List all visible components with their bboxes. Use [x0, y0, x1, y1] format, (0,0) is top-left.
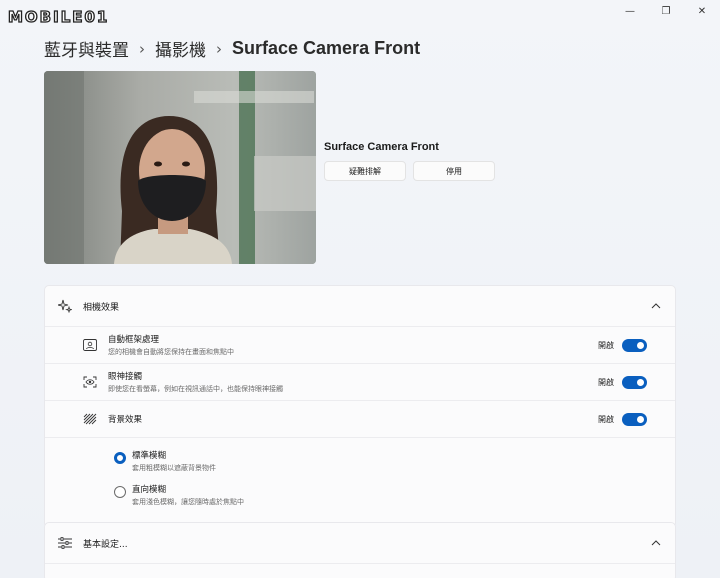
eye-contact-toggle[interactable]	[622, 375, 647, 389]
basic-settings-panel: 基本設定...	[44, 522, 676, 578]
standard-blur-radio[interactable]	[114, 452, 126, 464]
auto-framing-desc: 您的相機會自動將您保持在畫面和焦點中	[108, 348, 234, 356]
background-effects-state: 開啟	[598, 414, 614, 424]
eye-contact-title: 眼神接觸	[108, 372, 143, 382]
auto-framing-title: 自動框架處理	[108, 335, 160, 345]
auto-framing-toggle[interactable]	[622, 338, 647, 352]
breadcrumb: 藍牙與裝置 › 攝影機 › Surface Camera Front	[44, 36, 420, 61]
window-controls: — ❐ ✕	[612, 0, 720, 22]
chevron-right-icon: ›	[216, 39, 222, 58]
basic-settings-header[interactable]: 基本設定...	[45, 523, 675, 564]
chevron-up-icon[interactable]	[649, 538, 663, 549]
background-effects-toggle[interactable]	[622, 412, 647, 426]
chevron-right-icon: ›	[139, 39, 145, 58]
camera-preview	[44, 71, 316, 264]
camera-name: Surface Camera Front	[324, 141, 439, 153]
basic-settings-title: 基本設定...	[83, 539, 128, 550]
background-effects-row: 背景效果 開啟	[45, 401, 675, 438]
standard-blur-desc: 套用粗模糊以遮蔽背景物件	[132, 464, 216, 472]
troubleshoot-button[interactable]: 疑難排解	[324, 161, 406, 181]
portrait-blur-title: 直向模糊	[132, 485, 167, 495]
portrait-blur-desc: 套用淺色模糊，讓您隨時處於焦點中	[132, 498, 244, 506]
maximize-button[interactable]: ❐	[648, 0, 684, 22]
eye-contact-row: 眼神接觸 即使您在看螢幕，例如在視訊通話中，也能保持眼神接觸 開啟	[45, 364, 675, 401]
standard-blur-option[interactable]: 標準模糊 套用粗模糊以遮蔽背景物件	[114, 449, 675, 483]
sliders-icon	[57, 535, 73, 551]
close-button[interactable]: ✕	[684, 0, 720, 22]
chevron-up-icon[interactable]	[649, 301, 663, 312]
standard-blur-title: 標準模糊	[132, 451, 167, 461]
framing-icon	[82, 337, 98, 353]
eye-contact-state: 開啟	[598, 377, 614, 387]
breadcrumb-cameras[interactable]: 攝影機	[155, 36, 206, 61]
eye-contact-icon	[82, 374, 98, 390]
breadcrumb-bluetooth-devices[interactable]: 藍牙與裝置	[44, 36, 129, 61]
camera-effects-panel: 相機效果 自動框架處理 您的相機會自動將您保持在畫面和焦點中 開啟 眼神接觸 即…	[44, 285, 676, 528]
auto-framing-state: 開啟	[598, 340, 614, 350]
minimize-button[interactable]: —	[612, 0, 648, 22]
background-effects-title: 背景效果	[108, 415, 143, 425]
portrait-blur-radio[interactable]	[114, 486, 126, 498]
background-blur-icon	[82, 411, 98, 427]
disable-button[interactable]: 停用	[413, 161, 495, 181]
watermark-logo: MOBILE01	[7, 4, 110, 30]
watermark-text: MOBILE01	[7, 7, 110, 26]
camera-effects-header[interactable]: 相機效果	[45, 286, 675, 327]
eye-contact-desc: 即使您在看螢幕，例如在視訊通話中，也能保持眼神接觸	[108, 385, 283, 393]
camera-preview-image	[44, 71, 316, 264]
camera-effects-title: 相機效果	[83, 302, 120, 313]
portrait-blur-option[interactable]: 直向模糊 套用淺色模糊，讓您隨時處於焦點中	[114, 483, 675, 517]
sparkle-icon	[57, 298, 73, 314]
page-title: Surface Camera Front	[232, 38, 421, 58]
auto-framing-row: 自動框架處理 您的相機會自動將您保持在畫面和焦點中 開啟	[45, 327, 675, 364]
blur-options: 標準模糊 套用粗模糊以遮蔽背景物件 直向模糊 套用淺色模糊，讓您隨時處於焦點中	[45, 438, 675, 527]
camera-info: Surface Camera Front 疑難排解 停用	[324, 141, 495, 181]
